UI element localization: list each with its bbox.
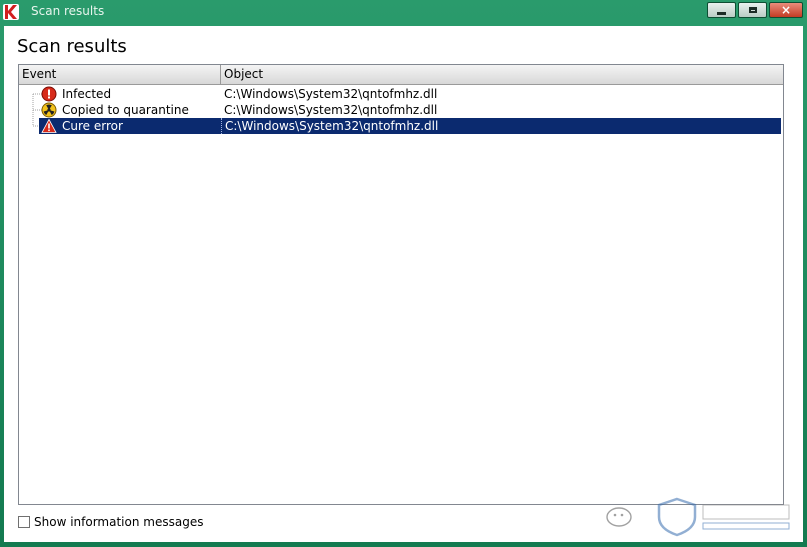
list-item[interactable]: Cure error C:\Windows\System32\qntofmhz.… bbox=[19, 118, 783, 134]
window-content: Scan results Event Object Infected C:\Wi… bbox=[4, 26, 803, 542]
title-bar[interactable]: Scan results × bbox=[0, 0, 807, 24]
list-item[interactable]: Infected C:\Windows\System32\qntofmhz.dl… bbox=[19, 86, 783, 102]
list-header: Event Object bbox=[19, 65, 783, 85]
list-item[interactable]: Copied to quarantine C:\Windows\System32… bbox=[19, 102, 783, 118]
event-label: Infected bbox=[62, 87, 112, 101]
footer: Show information messages bbox=[18, 514, 203, 530]
minimize-button[interactable] bbox=[707, 2, 736, 18]
minimize-icon bbox=[717, 11, 726, 15]
quarantine-icon bbox=[41, 102, 57, 118]
object-path: C:\Windows\System32\qntofmhz.dll bbox=[221, 118, 438, 134]
maximize-button[interactable] bbox=[738, 2, 767, 18]
event-label: Copied to quarantine bbox=[62, 103, 189, 117]
column-header-event[interactable]: Event bbox=[19, 65, 221, 84]
show-info-checkbox[interactable] bbox=[18, 516, 30, 528]
object-path: C:\Windows\System32\qntofmhz.dll bbox=[224, 103, 438, 117]
show-info-label[interactable]: Show information messages bbox=[34, 515, 203, 529]
window-title: Scan results bbox=[31, 4, 105, 18]
column-header-object[interactable]: Object bbox=[221, 65, 783, 84]
app-window: Scan results × Scan results Event Object bbox=[0, 0, 807, 547]
scan-results-list[interactable]: Event Object Infected C:\Windows\System3… bbox=[18, 64, 784, 505]
page-title: Scan results bbox=[17, 36, 127, 57]
infected-icon bbox=[41, 86, 57, 102]
watermark-logo-icon bbox=[606, 497, 790, 537]
event-label: Cure error bbox=[62, 119, 123, 133]
warning-icon bbox=[41, 118, 57, 133]
object-path: C:\Windows\System32\qntofmhz.dll bbox=[224, 87, 438, 101]
kaspersky-logo-icon bbox=[3, 4, 19, 20]
close-icon: × bbox=[780, 3, 792, 17]
close-button[interactable]: × bbox=[769, 2, 803, 18]
maximize-icon bbox=[748, 7, 757, 13]
